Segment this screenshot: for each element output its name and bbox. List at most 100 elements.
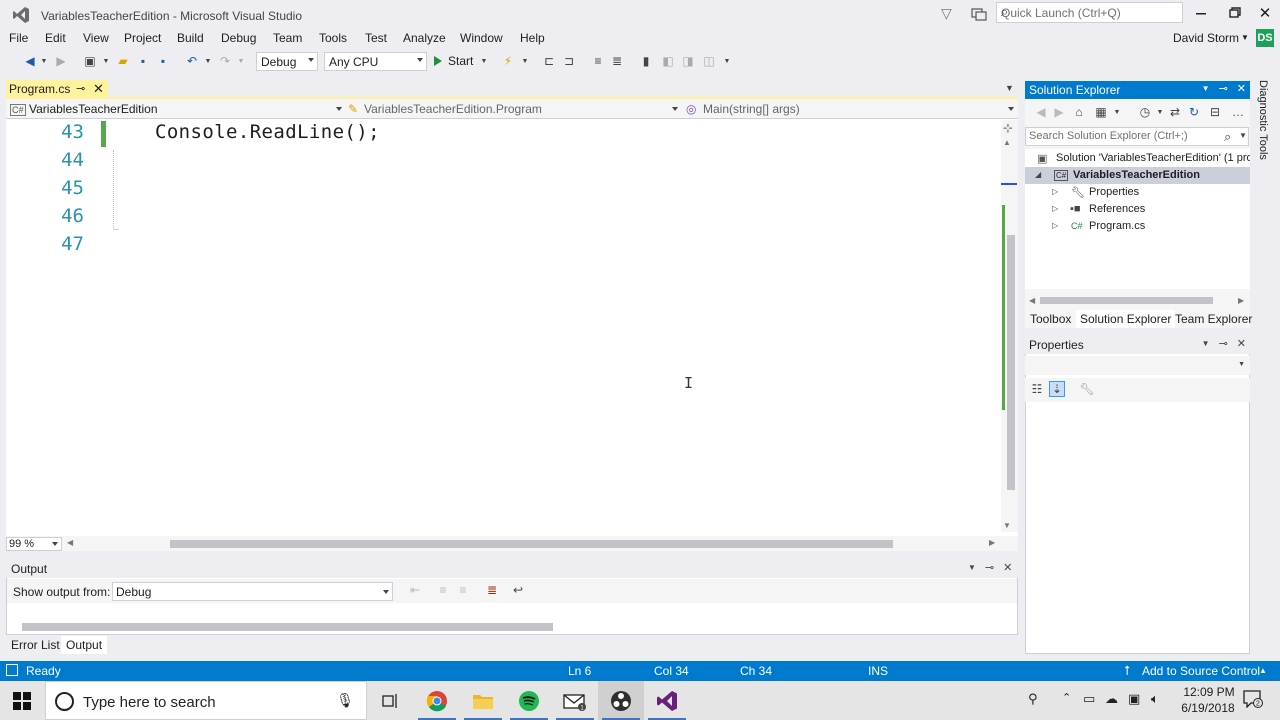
previous-message-icon[interactable]: ≡ bbox=[435, 582, 451, 598]
add-to-source-control-button[interactable]: Add to Source Control bbox=[1142, 664, 1260, 678]
wrench-icon[interactable]: 🔧︎ bbox=[1079, 381, 1095, 397]
menu-help[interactable]: Help bbox=[520, 31, 545, 45]
task-view-icon[interactable] bbox=[367, 681, 413, 720]
forward-icon[interactable]: ▶ bbox=[1051, 104, 1067, 120]
diagnostic-tools-tab[interactable]: Diagnostic Tools bbox=[1257, 80, 1273, 166]
quick-launch-input[interactable]: Quick Launch (Ctrl+Q) ⌕ bbox=[996, 2, 1183, 23]
menu-analyze[interactable]: Analyze bbox=[403, 31, 446, 45]
pin-icon[interactable]: ⊸ bbox=[76, 82, 85, 95]
expanded-arrow-icon[interactable]: ◢ bbox=[1035, 170, 1041, 179]
comment-icon[interactable]: ≡ bbox=[590, 53, 606, 69]
network-icon[interactable]: ▣ bbox=[1128, 691, 1140, 707]
menu-window[interactable]: Window bbox=[460, 31, 503, 45]
file-explorer-icon[interactable] bbox=[460, 681, 506, 720]
platform-select[interactable]: Any CPU bbox=[324, 52, 427, 71]
member-nav-select[interactable]: ◎ Main(string[] args) bbox=[684, 100, 1016, 118]
tree-item-properties[interactable]: ▷ 🔧︎ Properties bbox=[1025, 184, 1250, 201]
menu-view[interactable]: View bbox=[83, 31, 109, 45]
menu-tools[interactable]: Tools bbox=[319, 31, 347, 45]
menu-team[interactable]: Team bbox=[273, 31, 302, 45]
categorized-icon[interactable]: ☷ bbox=[1029, 381, 1045, 397]
horizontal-scroll-thumb[interactable] bbox=[170, 540, 893, 548]
collapsed-arrow-icon[interactable]: ▷ bbox=[1052, 187, 1058, 196]
menu-build[interactable]: Build bbox=[177, 31, 204, 45]
save-icon[interactable]: ▪ bbox=[135, 53, 151, 69]
refresh-icon[interactable]: ↻ bbox=[1186, 104, 1202, 120]
spotify-icon[interactable] bbox=[506, 681, 552, 720]
taskbar-search-box[interactable]: Type here to search 🎙︎ bbox=[45, 681, 367, 720]
show-hidden-icons-icon[interactable]: ⌃ bbox=[1062, 691, 1071, 704]
scroll-left-icon[interactable]: ◀ bbox=[1029, 296, 1035, 305]
code-editor[interactable] bbox=[6, 99, 1018, 551]
prev-bookmark-icon[interactable]: ◧ bbox=[660, 53, 676, 69]
chevron-down-icon[interactable]: ▼ bbox=[476, 53, 492, 69]
arrow-up-icon[interactable]: ⭡ bbox=[1124, 663, 1130, 679]
switch-views-icon[interactable]: ▦ bbox=[1093, 104, 1109, 120]
solution-search-input[interactable]: Search Solution Explorer (Ctrl+;) ⌕ ▼ bbox=[1025, 127, 1249, 146]
tab-output[interactable]: Output bbox=[61, 636, 108, 654]
restore-button[interactable] bbox=[1222, 4, 1246, 22]
notification-filter-icon[interactable]: ▽ bbox=[941, 5, 952, 22]
menu-file[interactable]: File bbox=[9, 31, 28, 45]
chevron-down-icon[interactable]: ▼ bbox=[1241, 33, 1249, 42]
output-source-select[interactable]: Debug bbox=[112, 582, 393, 601]
bookmark-icon[interactable]: ▮ bbox=[638, 53, 654, 69]
sync-icon[interactable]: ⇄ bbox=[1167, 104, 1183, 120]
tree-item-project[interactable]: ◢ C# VariablesTeacherEdition bbox=[1025, 167, 1250, 184]
tree-item-references[interactable]: ▷ ▪■ References bbox=[1025, 201, 1250, 218]
close-window-button[interactable]: ✕ bbox=[1253, 4, 1277, 22]
clear-bookmarks-icon[interactable]: ◫ bbox=[701, 53, 717, 69]
class-nav-select[interactable]: ✎ VariablesTeacherEdition.Program bbox=[346, 100, 680, 118]
close-icon[interactable]: ✕ bbox=[1237, 337, 1246, 350]
chevron-down-icon[interactable]: ▼ bbox=[1202, 84, 1210, 93]
pending-changes-icon[interactable]: ◷ bbox=[1137, 104, 1153, 120]
document-list-dropdown-icon[interactable]: ▼ bbox=[1005, 83, 1014, 93]
clock-date[interactable]: 6/19/2018 bbox=[1176, 701, 1240, 715]
alphabetical-icon[interactable]: ⇣ bbox=[1049, 381, 1065, 397]
chevron-down-icon[interactable]: ▼ bbox=[1202, 339, 1210, 348]
open-folder-icon[interactable]: ▰ bbox=[115, 53, 131, 69]
start-debugging-button[interactable]: Start bbox=[434, 52, 473, 70]
chevron-down-icon[interactable]: ▼ bbox=[1239, 131, 1247, 140]
pin-icon[interactable]: ⊸ bbox=[985, 561, 994, 574]
onedrive-icon[interactable]: ☁ bbox=[1105, 691, 1118, 707]
tab-error-list[interactable]: Error List bbox=[6, 636, 65, 654]
back-icon[interactable]: ◀ bbox=[1033, 104, 1049, 120]
user-avatar[interactable]: DS bbox=[1256, 29, 1274, 47]
scroll-down-icon[interactable]: ▼ bbox=[1003, 521, 1011, 530]
tree-item-program-cs[interactable]: ▷ C# Program.cs bbox=[1025, 218, 1250, 235]
browser-link-icon[interactable]: ⚡ bbox=[500, 53, 516, 69]
next-message-icon[interactable]: ≡ bbox=[455, 582, 471, 598]
chevron-down-icon[interactable]: ▼ bbox=[36, 53, 52, 69]
menu-test[interactable]: Test bbox=[365, 31, 387, 45]
project-nav-select[interactable]: C# VariablesTeacherEdition bbox=[9, 100, 343, 118]
windows-start-icon[interactable] bbox=[13, 692, 31, 710]
volume-icon[interactable]: 🔈︎ bbox=[1151, 691, 1159, 707]
feedback-icon[interactable] bbox=[970, 5, 988, 23]
chevron-down-icon[interactable]: ▼ bbox=[98, 53, 114, 69]
clear-all-icon[interactable]: ≣ bbox=[484, 582, 500, 598]
microphone-icon[interactable]: 🎙︎ bbox=[336, 692, 354, 709]
output-horizontal-scroll-thumb[interactable] bbox=[22, 623, 553, 631]
chevron-down-icon[interactable]: ▼ bbox=[517, 53, 533, 69]
chevron-down-icon[interactable]: ▼ bbox=[233, 53, 249, 69]
tab-solution-explorer[interactable]: Solution Explorer bbox=[1076, 310, 1176, 328]
chevron-down-icon[interactable]: ▼ bbox=[719, 53, 735, 69]
chrome-icon[interactable] bbox=[414, 681, 460, 720]
vertical-scroll-thumb[interactable] bbox=[1007, 235, 1015, 490]
next-bookmark-icon[interactable]: ◨ bbox=[680, 53, 696, 69]
code-line[interactable]: Console.ReadLine(); bbox=[155, 121, 380, 143]
forward-icon[interactable]: ▶ bbox=[53, 53, 69, 69]
new-project-icon[interactable]: ▣ bbox=[82, 53, 98, 69]
visual-studio-icon[interactable] bbox=[644, 681, 690, 720]
menu-project[interactable]: Project bbox=[124, 31, 161, 45]
collapsed-arrow-icon[interactable]: ▷ bbox=[1052, 204, 1058, 213]
save-all-icon[interactable]: ▪ bbox=[155, 53, 171, 69]
obs-icon[interactable] bbox=[598, 681, 644, 720]
pin-icon[interactable]: ⊸ bbox=[1219, 82, 1228, 95]
scroll-right-icon[interactable]: ▶ bbox=[989, 538, 995, 547]
minimize-button[interactable] bbox=[1189, 4, 1213, 22]
tab-team-explorer[interactable]: Team Explorer bbox=[1171, 310, 1256, 328]
menu-edit[interactable]: Edit bbox=[45, 31, 66, 45]
step-into-icon[interactable]: ⊏ bbox=[541, 53, 557, 69]
